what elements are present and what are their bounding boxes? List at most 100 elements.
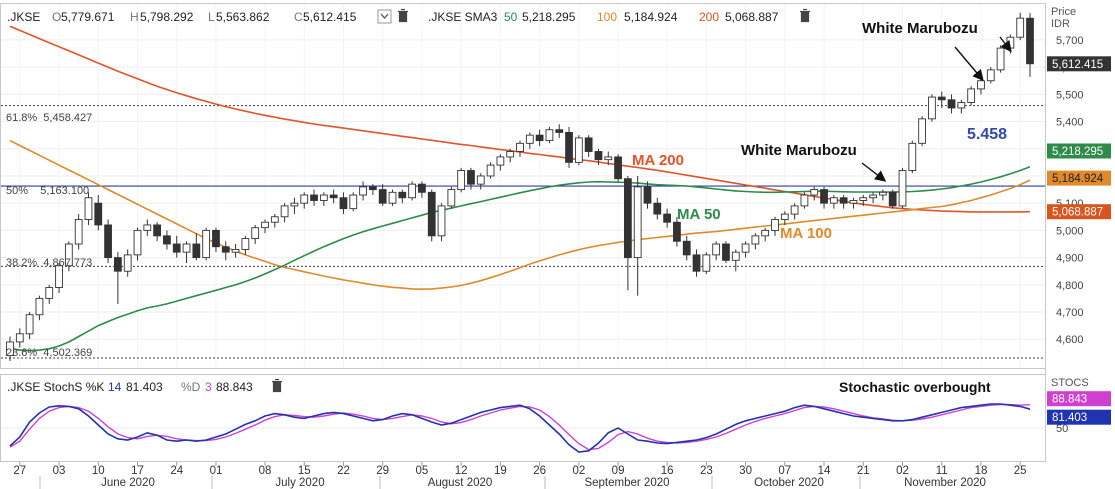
fib-382-label: 38.2% 4,867.773 bbox=[6, 257, 92, 269]
trash-icon bbox=[272, 378, 282, 393]
candle bbox=[388, 189, 397, 206]
candle-body-up bbox=[486, 164, 495, 177]
stoch-legend-delete-button[interactable] bbox=[272, 378, 282, 393]
candle-body-up bbox=[319, 194, 328, 201]
candle-body-down bbox=[467, 170, 475, 185]
candle bbox=[918, 116, 926, 147]
candle-body-up bbox=[525, 134, 534, 144]
ma50-tag: 5,218.295 bbox=[1047, 143, 1111, 159]
candle bbox=[908, 140, 917, 174]
candle-body-down bbox=[565, 131, 573, 163]
candle bbox=[810, 186, 819, 201]
candle-body-up bbox=[977, 80, 985, 90]
date-tick-label: 14 bbox=[818, 465, 831, 477]
ma50-tag-text: 5,218.295 bbox=[1052, 146, 1103, 158]
date-tick-label: 27 bbox=[13, 465, 26, 477]
candle bbox=[928, 94, 936, 122]
candle bbox=[761, 227, 770, 242]
open-label: O bbox=[52, 10, 61, 24]
candle bbox=[888, 189, 897, 209]
candle-body-up bbox=[741, 243, 750, 253]
date-tick-label: 16 bbox=[661, 465, 674, 477]
candle bbox=[751, 233, 760, 250]
candle bbox=[290, 197, 299, 215]
candle-body-up bbox=[761, 229, 770, 237]
sma-period-200: 200 bbox=[699, 10, 719, 24]
date-tick-label: 01 bbox=[210, 465, 223, 477]
candle-body-down bbox=[114, 257, 122, 272]
candle-body-up bbox=[359, 186, 367, 196]
arrow-marubozu-top-a bbox=[954, 46, 984, 82]
candle-body-down bbox=[94, 202, 103, 226]
stoch-k-period: 14 bbox=[108, 380, 122, 394]
ma100-line bbox=[9, 139, 1031, 291]
date-tick-label: 18 bbox=[975, 465, 988, 477]
candle bbox=[398, 189, 407, 204]
candle-body-down bbox=[339, 197, 348, 210]
annotation-ma50: MA 50 bbox=[677, 206, 721, 223]
candle-body-up bbox=[133, 229, 142, 256]
candle-body-up bbox=[25, 314, 34, 335]
candle bbox=[45, 284, 54, 304]
candle-body-down bbox=[653, 202, 662, 215]
candle bbox=[829, 195, 838, 209]
candle-body-down bbox=[584, 137, 593, 152]
date-tick-label: 23 bbox=[700, 465, 713, 477]
candle-body-down bbox=[663, 213, 671, 223]
candle-body-up bbox=[908, 142, 917, 171]
candle-body-up bbox=[1016, 17, 1025, 38]
candle bbox=[457, 167, 466, 193]
candle-body-up bbox=[143, 224, 152, 231]
candle-body-up bbox=[84, 197, 93, 220]
price-legend-dropdown-button[interactable] bbox=[377, 9, 392, 24]
ma100-tag: 5,184.924 bbox=[1047, 170, 1111, 186]
fib-236-label: 23.6% 4,502.369 bbox=[6, 347, 92, 359]
candle bbox=[35, 295, 44, 321]
date-tick-label: 02 bbox=[896, 465, 909, 477]
candle bbox=[692, 249, 701, 277]
candle bbox=[427, 189, 436, 242]
candle bbox=[114, 252, 122, 304]
price-tick-label: 4,800 bbox=[1056, 280, 1084, 292]
price-axis-title: Price bbox=[1051, 6, 1076, 18]
candle-body-down bbox=[221, 246, 230, 253]
stoch-axis-title: STOCS bbox=[1051, 377, 1089, 389]
candle-body-down bbox=[535, 134, 544, 142]
candle-body-up bbox=[45, 287, 54, 299]
month-label: June 2020 bbox=[101, 477, 155, 489]
candle bbox=[231, 244, 240, 258]
stoch-d-period: 3 bbox=[205, 380, 212, 394]
month-label: October 2020 bbox=[754, 477, 824, 489]
candle-body-down bbox=[673, 221, 681, 242]
price-tick-label: 5,700 bbox=[1056, 35, 1084, 47]
month-label: August 2020 bbox=[428, 477, 493, 489]
candle-body-up bbox=[270, 216, 279, 223]
candle-body-up bbox=[986, 69, 995, 82]
candle-body-up bbox=[790, 205, 799, 215]
candle-body-up bbox=[476, 175, 485, 185]
candle bbox=[261, 219, 269, 234]
candle-body-up bbox=[261, 221, 269, 229]
stoch-axis-ticks: 50 bbox=[1056, 423, 1068, 435]
candle-body-up bbox=[290, 202, 299, 207]
arrow-marubozu-mid bbox=[861, 162, 887, 182]
candle bbox=[192, 233, 201, 261]
candlestick-series bbox=[6, 12, 1034, 361]
candle bbox=[15, 328, 24, 348]
candle bbox=[565, 127, 573, 168]
candle bbox=[702, 252, 711, 274]
ma200-tag: 5,068.887 bbox=[1047, 204, 1111, 220]
candle bbox=[741, 241, 750, 258]
candle bbox=[584, 135, 593, 157]
candle bbox=[574, 135, 583, 166]
candle-body-down bbox=[624, 178, 632, 259]
price-legend: .JKSE O 5,779.671 H 5,798.292 L 5,563.86… bbox=[7, 10, 357, 24]
price-legend-delete-button[interactable] bbox=[398, 8, 408, 23]
candle-body-up bbox=[898, 170, 907, 207]
candle bbox=[722, 241, 730, 264]
ma100-tag-text: 5,184.924 bbox=[1052, 173, 1104, 185]
annotation-ma200: MA 200 bbox=[632, 152, 684, 169]
sma-legend-delete-button[interactable] bbox=[800, 8, 810, 23]
candle-body-up bbox=[545, 129, 554, 142]
candle-body-up bbox=[496, 156, 505, 166]
